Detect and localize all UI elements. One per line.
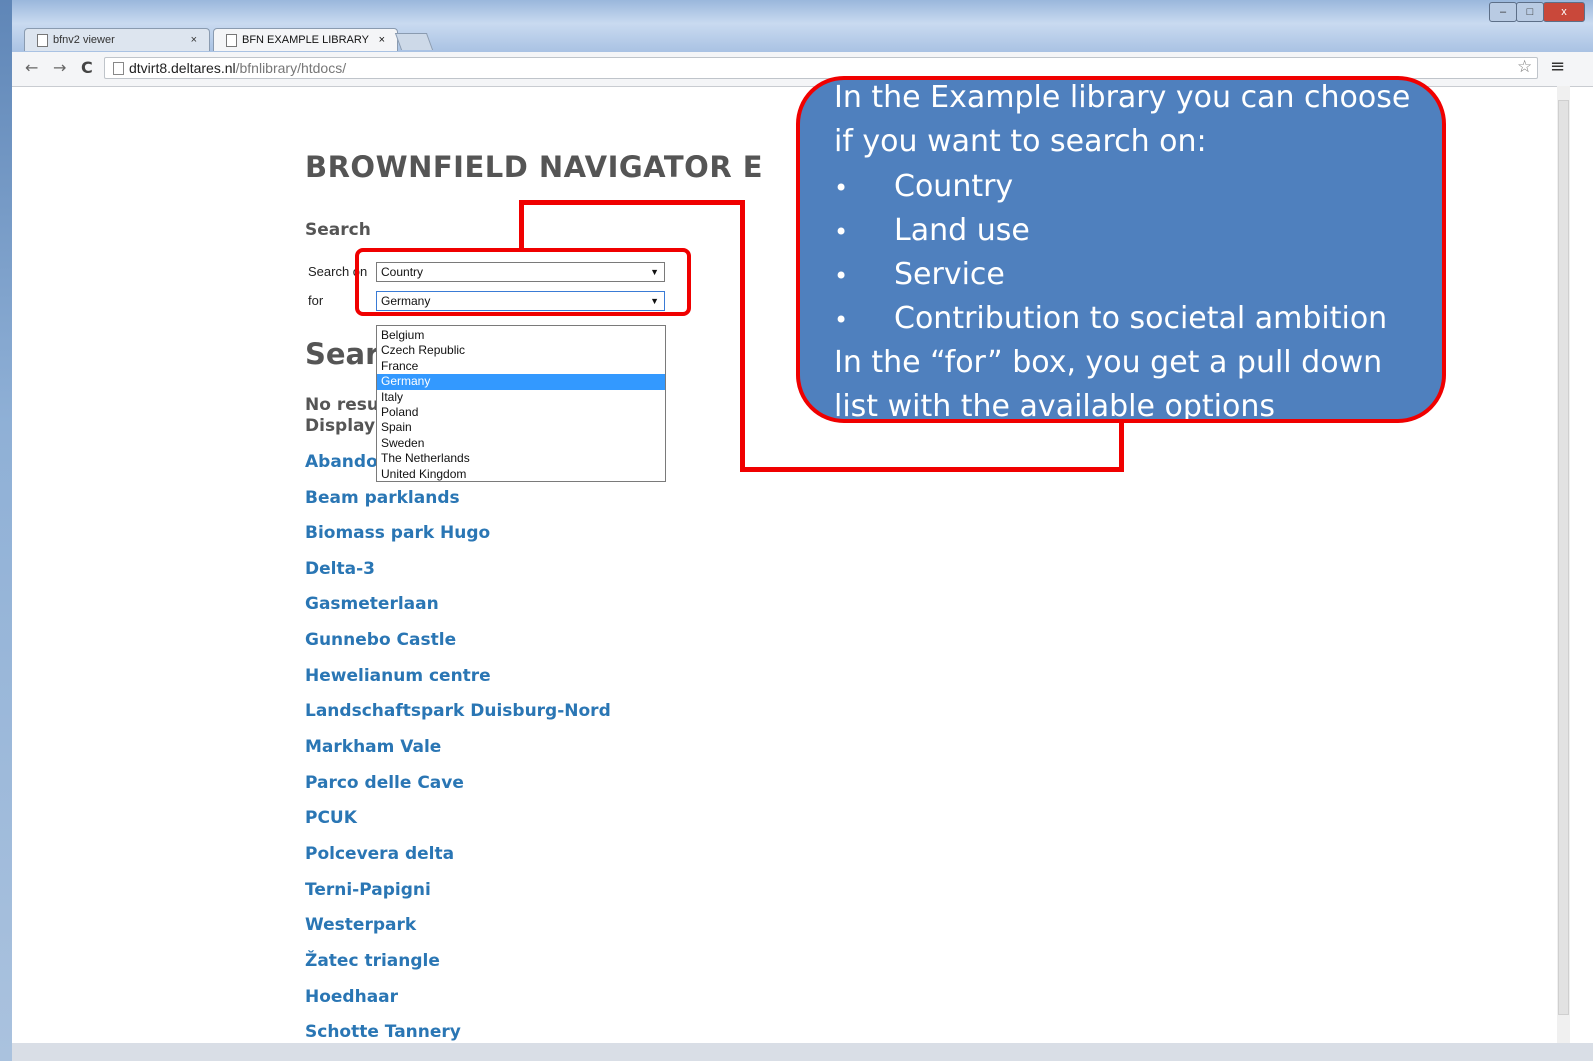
scrollbar-thumb[interactable]: [1558, 100, 1569, 1015]
connector-line: [519, 200, 524, 249]
callout-bullet-item: Land use: [894, 213, 1030, 248]
bookmark-star-icon[interactable]: ☆: [1517, 57, 1532, 77]
reload-icon[interactable]: C: [81, 58, 93, 77]
result-link[interactable]: Landschaftspark Duisburg-Nord: [305, 701, 611, 721]
window-bottom-frame: [12, 1043, 1593, 1061]
maximize-button[interactable]: □: [1516, 2, 1544, 22]
window-controls: – □ x: [1489, 2, 1585, 22]
connector-line: [740, 467, 1124, 472]
bullet-icon: •: [834, 218, 849, 246]
result-link[interactable]: Parco delle Cave: [305, 773, 464, 793]
dropdown-option[interactable]: France: [377, 359, 665, 374]
search-heading: Search: [305, 220, 371, 240]
back-icon[interactable]: ←: [25, 58, 38, 77]
no-results-text: No resu: [305, 395, 376, 415]
dropdown-option[interactable]: United Kingdom: [377, 467, 665, 482]
tab-label: bfnv2 viewer: [53, 34, 115, 46]
result-link[interactable]: Gunnebo Castle: [305, 630, 456, 650]
dropdown-option[interactable]: Sweden: [377, 436, 665, 451]
callout-line: In the Example library you can choose: [834, 80, 1411, 115]
callout-bullet-item: Country: [894, 169, 1014, 204]
dropdown-option[interactable]: Poland: [377, 405, 665, 420]
callout-line: list with the available options: [834, 389, 1275, 423]
result-link[interactable]: Terni-Papigni: [305, 880, 431, 900]
result-link[interactable]: Žatec triangle: [305, 951, 440, 971]
tab-close-button[interactable]: ×: [191, 29, 197, 52]
tab-bfn-example-library[interactable]: BFN EXAMPLE LIBRARY ×: [213, 28, 398, 51]
new-tab-button[interactable]: [394, 33, 434, 50]
tab-close-button[interactable]: ×: [379, 29, 385, 52]
callout-bullet-item: Service: [894, 257, 1005, 292]
page-icon: [226, 34, 237, 47]
bullet-icon: •: [834, 174, 849, 202]
result-link[interactable]: Westerpark: [305, 915, 416, 935]
menu-icon[interactable]: ≡: [1550, 56, 1565, 77]
minimize-button[interactable]: –: [1489, 2, 1517, 22]
dropdown-option-selected[interactable]: Germany: [377, 374, 665, 390]
callout-bullet-item: Contribution to societal ambition: [894, 301, 1388, 336]
dropdown-option[interactable]: Czech Republic: [377, 343, 665, 358]
connector-line: [1119, 420, 1124, 472]
tab-label: BFN EXAMPLE LIBRARY: [242, 34, 369, 46]
bullet-icon: •: [834, 262, 849, 290]
select-highlight-box: [355, 248, 691, 316]
window-frame: [0, 0, 12, 1061]
result-link[interactable]: Hoedhaar: [305, 987, 398, 1007]
page-icon: [37, 34, 48, 47]
dropdown-option[interactable]: Italy: [377, 390, 665, 405]
page-icon: [113, 62, 124, 75]
dropdown-option[interactable]: Spain: [377, 420, 665, 435]
url-text: dtvirt8.deltares.nl/bfnlibrary/htdocs/: [129, 60, 346, 76]
url-host: dtvirt8.deltares.nl: [129, 60, 236, 76]
result-link[interactable]: Hewelianum centre: [305, 666, 491, 686]
result-link[interactable]: Gasmeterlaan: [305, 594, 439, 614]
display-text: Display: [305, 416, 376, 436]
for-label: for: [308, 293, 324, 308]
callout-line: if you want to search on:: [834, 124, 1207, 159]
result-link[interactable]: PCUK: [305, 808, 357, 828]
for-dropdown-list[interactable]: Belgium Czech Republic France Germany It…: [376, 325, 666, 482]
url-path: /bfnlibrary/htdocs/: [235, 60, 347, 76]
bullet-icon: •: [834, 306, 849, 334]
result-link[interactable]: Schotte Tannery: [305, 1022, 461, 1042]
result-link[interactable]: Biomass park Hugo: [305, 523, 490, 543]
callout-line: In the “for” box, you get a pull down: [834, 345, 1383, 380]
results-heading: Sear: [305, 337, 376, 371]
connector-line: [740, 200, 745, 472]
result-link[interactable]: Polcevera delta: [305, 844, 454, 864]
callout-annotation: In the Example library you can choose if…: [796, 76, 1446, 423]
tab-bfnv2-viewer[interactable]: bfnv2 viewer ×: [24, 28, 210, 51]
close-window-button[interactable]: x: [1543, 2, 1585, 22]
result-link[interactable]: Delta-3: [305, 559, 375, 579]
dropdown-option[interactable]: The Netherlands: [377, 451, 665, 466]
result-link[interactable]: Markham Vale: [305, 737, 441, 757]
connector-line: [519, 200, 745, 205]
result-link[interactable]: Abando: [305, 452, 376, 472]
forward-icon[interactable]: →: [53, 58, 66, 77]
dropdown-option[interactable]: Belgium: [377, 328, 665, 343]
page-title: BROWNFIELD NAVIGATOR E: [305, 150, 764, 184]
result-link[interactable]: Beam parklands: [305, 488, 460, 508]
